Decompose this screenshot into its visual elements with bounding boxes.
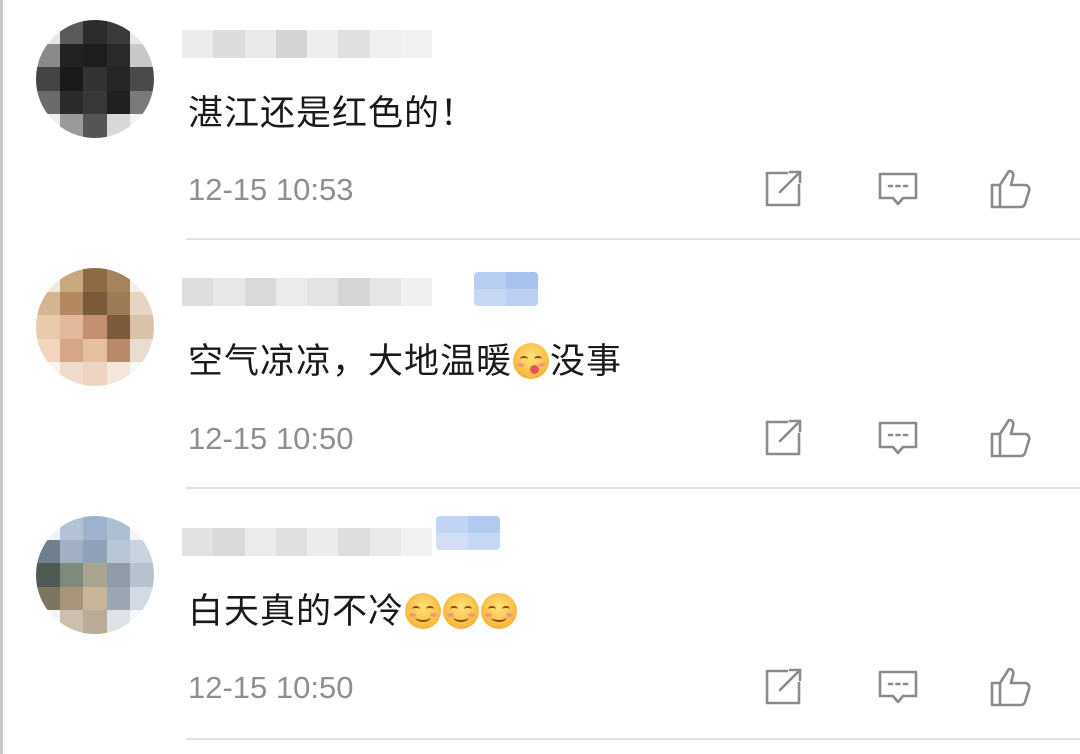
smiling-face-emoji (405, 593, 442, 629)
divider (186, 738, 1080, 740)
share-icon[interactable] (760, 664, 806, 710)
comment-icon[interactable] (875, 664, 921, 710)
username-blurred[interactable] (182, 278, 432, 306)
divider (186, 238, 1080, 240)
comment-time: 12-15 10:50 (188, 421, 354, 456)
avatar[interactable] (36, 268, 154, 386)
savoring-food-emoji (513, 343, 550, 379)
username-blurred[interactable] (182, 528, 432, 556)
share-icon[interactable] (760, 415, 806, 461)
comment-text: 湛江还是红色的！ (188, 94, 477, 134)
comment-time: 12-15 10:50 (188, 670, 354, 705)
username-blurred[interactable] (182, 30, 432, 58)
comment-text-part: 没事 (550, 342, 623, 382)
comment-time: 12-15 10:53 (188, 172, 354, 207)
smiling-face-emoji (481, 593, 518, 629)
comment-icon[interactable] (875, 415, 921, 461)
user-badge-blurred (474, 272, 538, 306)
share-icon[interactable] (760, 166, 806, 212)
comment-text: 空气凉凉，大地温暖 没事 (188, 340, 622, 384)
comment-text-part: 空气凉凉，大地温暖 (188, 342, 513, 382)
thumbs-up-icon[interactable] (988, 664, 1034, 710)
thumbs-up-icon[interactable] (988, 166, 1034, 212)
smiling-face-emoji (443, 593, 480, 629)
divider (186, 487, 1080, 489)
comment-text-part: 白天真的不冷 (188, 592, 405, 632)
avatar[interactable] (36, 20, 154, 138)
comment-icon[interactable] (875, 166, 921, 212)
user-badge-blurred (436, 516, 500, 550)
avatar[interactable] (36, 516, 154, 634)
comment-text: 白天真的不冷 (188, 590, 518, 634)
thumbs-up-icon[interactable] (988, 415, 1034, 461)
